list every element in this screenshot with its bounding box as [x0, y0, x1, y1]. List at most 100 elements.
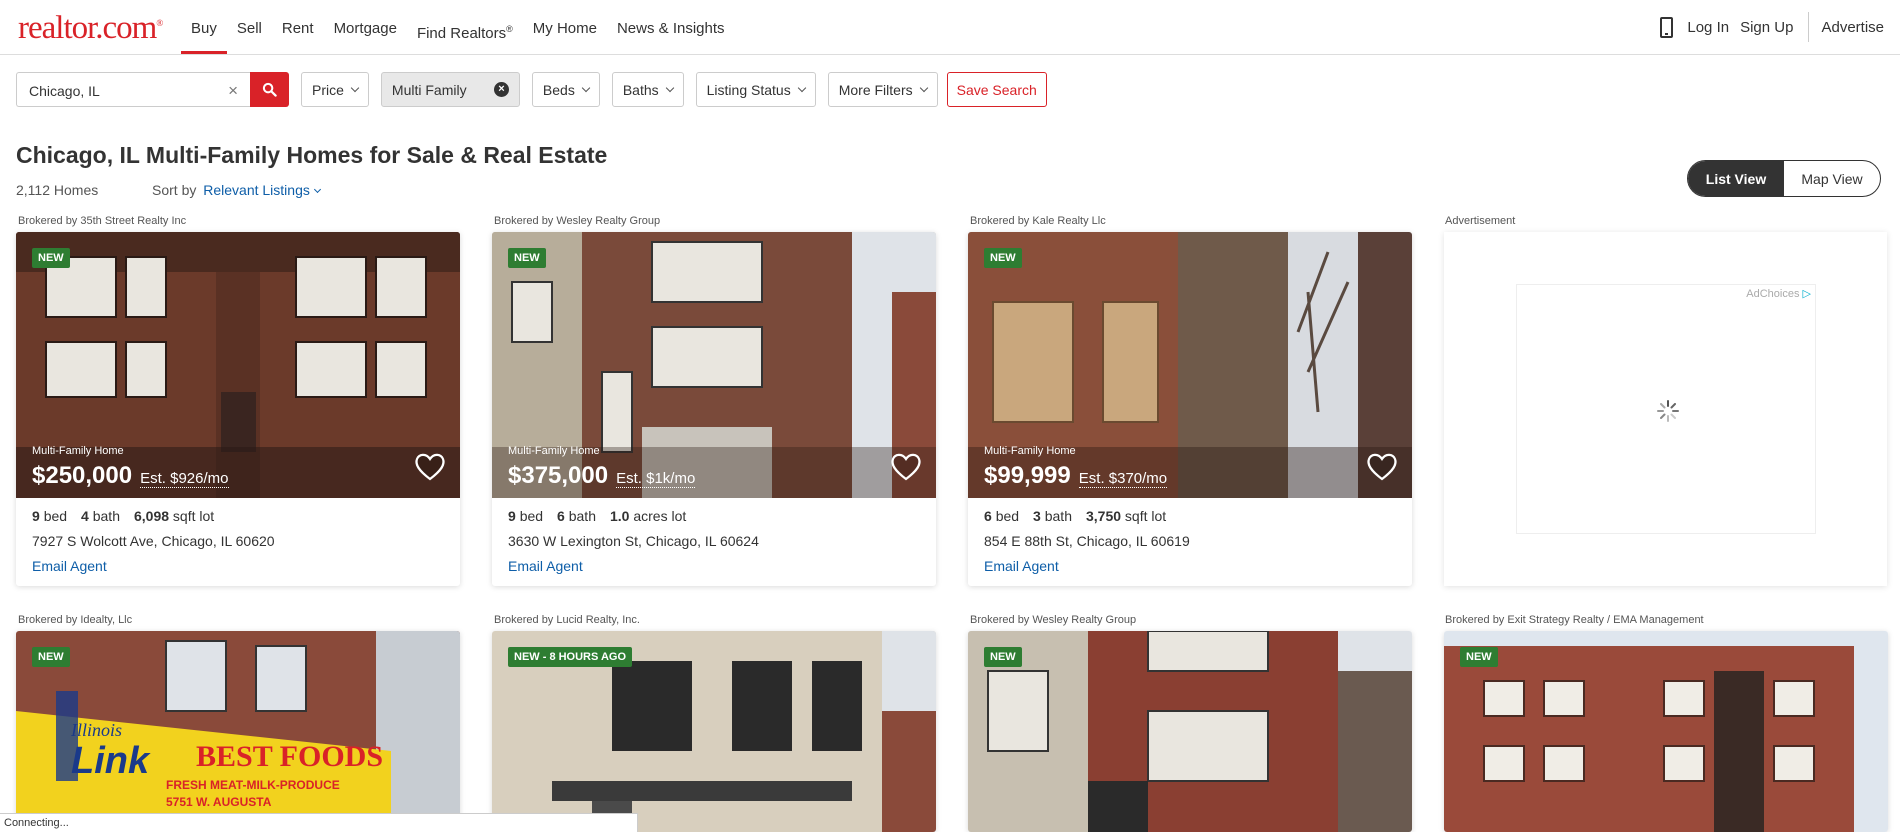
svg-text:Link: Link [71, 740, 151, 782]
listing-photo[interactable]: Illinois Link BEST FOODS FRESH MEAT-MILK… [16, 631, 460, 832]
location-search-input[interactable]: Chicago, IL × [16, 72, 250, 107]
new-badge: NEW [32, 647, 70, 667]
browser-status-bar: Connecting... [0, 813, 638, 832]
estimated-payment[interactable]: Est. $1k/mo [616, 470, 696, 488]
brick-building-photo [492, 232, 936, 498]
property-type-label: Multi-Family Home [32, 445, 124, 457]
listing-address[interactable]: 854 E 88th St, Chicago, IL 60619 [984, 533, 1396, 549]
estimated-payment[interactable]: Est. $370/mo [1078, 470, 1168, 488]
listing-card[interactable]: NEW Multi-Family Home $99,999 Est. $370/m… [968, 232, 1412, 586]
brick-building-photo [16, 232, 460, 498]
ad-slot[interactable]: AdChoices ▷ [1516, 284, 1816, 534]
listing-address[interactable]: 7927 S Wolcott Ave, Chicago, IL 60620 [32, 533, 444, 549]
listing-card[interactable]: NEW - 8 HOURS AGO [492, 631, 936, 832]
lot-stat: 3,750 sqft lot [1085, 508, 1167, 524]
listing-photo[interactable]: NEW Multi-Family Home $99,999 Est. $370/m… [968, 232, 1412, 498]
heart-icon[interactable] [414, 452, 446, 482]
beds-filter[interactable]: Beds [531, 72, 600, 107]
new-badge: NEW [32, 248, 70, 268]
view-toggle: List View Map View [1687, 160, 1881, 197]
property-type-label: Multi-Family Home [508, 445, 600, 457]
sort-value: Relevant Listings [203, 182, 310, 198]
heart-icon[interactable] [890, 452, 922, 482]
location-value: Chicago, IL [29, 83, 100, 99]
lot-stat: 1.0 acres lot [609, 508, 687, 524]
site-header: realtor.com® Buy Sell Rent Mortgage Find… [0, 0, 1900, 55]
price-value: $375,000 [508, 462, 609, 489]
listing-photo[interactable]: NEW [968, 631, 1412, 832]
listing-price: $250,000 Est. $926/mo [32, 462, 229, 490]
broker-label: Brokered by Exit Strategy Realty / EMA M… [1445, 614, 1704, 626]
baths-filter[interactable]: Baths [611, 72, 684, 107]
sort-dropdown[interactable]: Relevant Listings [203, 182, 321, 198]
beds-stat: 9 bed [508, 508, 544, 524]
new-badge: NEW [1460, 647, 1498, 667]
broker-label: Brokered by Kale Realty Llc [970, 215, 1106, 227]
listing-card[interactable]: Illinois Link BEST FOODS FRESH MEAT-MILK… [16, 631, 460, 832]
price-filter-label: Price [312, 81, 344, 98]
email-agent-link[interactable]: Email Agent [32, 558, 444, 574]
listing-address[interactable]: 3630 W Lexington St, Chicago, IL 60624 [508, 533, 920, 549]
nav-find-realtors[interactable]: Find Realtors® [407, 0, 523, 54]
price-filter[interactable]: Price [301, 72, 369, 107]
baths-stat: 6 bath [557, 508, 596, 524]
broker-label: Brokered by 35th Street Realty Inc [18, 215, 187, 227]
listing-card[interactable]: NEW [968, 631, 1412, 832]
chevron-down-icon [665, 83, 674, 92]
listing-details: 9 bed 6 bath 1.0 acres lot 3630 W Lexingto… [492, 498, 936, 586]
new-badge: NEW [984, 647, 1022, 667]
heart-icon[interactable] [1366, 452, 1398, 482]
listing-stats: 6 bed 3 bath 3,750 sqft lot [984, 508, 1396, 524]
property-type-filter[interactable]: Multi Family × [380, 72, 520, 107]
adchoices-link[interactable]: AdChoices ▷ [1746, 287, 1811, 300]
nav-my-home[interactable]: My Home [523, 0, 607, 54]
broker-label: Brokered by Idealty, Llc [18, 614, 133, 626]
login-link[interactable]: Log In [1687, 19, 1729, 36]
listing-photo[interactable]: NEW - 8 HOURS AGO [492, 631, 936, 832]
listing-card[interactable]: NEW [1444, 631, 1888, 832]
realtor-logo[interactable]: realtor.com® [18, 10, 163, 47]
broker-label: Brokered by Wesley Realty Group [494, 215, 661, 227]
beds-filter-label: Beds [542, 81, 575, 98]
mobile-phone-icon[interactable] [1660, 16, 1674, 38]
save-search-button[interactable]: Save Search [946, 72, 1047, 107]
listing-photo[interactable]: NEW Multi-Family Home $250,000 Est. $926/… [16, 232, 460, 498]
brick-building-photo [968, 232, 1412, 498]
nav-mortgage[interactable]: Mortgage [324, 0, 407, 54]
adchoices-icon: ▷ [1802, 288, 1811, 300]
nav-rent[interactable]: Rent [272, 0, 324, 54]
svg-text:BEST FOODS: BEST FOODS [196, 740, 383, 773]
email-agent-link[interactable]: Email Agent [984, 558, 1396, 574]
new-badge: NEW [508, 248, 546, 268]
listing-card[interactable]: NEW Multi-Family Home $250,000 Est. $926/… [16, 232, 460, 586]
search-button[interactable] [250, 72, 289, 107]
broker-label: Brokered by Wesley Realty Group [970, 614, 1137, 626]
baths-filter-label: Baths [622, 81, 659, 98]
listing-card[interactable]: NEW Multi-Family Home $375,000 Est. $1k/m… [492, 232, 936, 586]
property-type-label: Multi-Family Home [984, 445, 1076, 457]
baths-stat: 3 bath [1033, 508, 1072, 524]
list-view-button[interactable]: List View [1688, 161, 1784, 196]
listing-details: 9 bed 4 bath 6,098 sqft lot 7927 S Wolcott… [16, 498, 460, 586]
email-agent-link[interactable]: Email Agent [508, 558, 920, 574]
new-badge: NEW - 8 HOURS AGO [508, 647, 633, 667]
listing-stats: 9 bed 6 bath 1.0 acres lot [508, 508, 920, 524]
clear-filter-icon[interactable]: × [493, 82, 509, 97]
header-actions: Log In Sign Up Advertise [1660, 0, 1884, 54]
baths-stat: 4 bath [81, 508, 120, 524]
signup-link[interactable]: Sign Up [1740, 19, 1793, 36]
estimated-payment[interactable]: Est. $926/mo [140, 470, 229, 488]
svg-text:FRESH MEAT-MILK-PRODUCE: FRESH MEAT-MILK-PRODUCE [166, 778, 340, 792]
nav-news-insights[interactable]: News & Insights [607, 0, 735, 54]
chevron-down-icon [797, 83, 806, 92]
listing-status-filter[interactable]: Listing Status [695, 72, 816, 107]
listing-photo[interactable]: NEW Multi-Family Home $375,000 Est. $1k/m… [492, 232, 936, 498]
clear-location-icon[interactable]: × [228, 81, 238, 101]
nav-buy[interactable]: Buy [181, 0, 227, 54]
more-filters[interactable]: More Filters [827, 72, 938, 107]
map-view-button[interactable]: Map View [1784, 161, 1880, 196]
advertise-link[interactable]: Advertise [1821, 19, 1884, 36]
loading-spinner-icon [1657, 400, 1679, 422]
nav-sell[interactable]: Sell [227, 0, 272, 54]
listing-photo[interactable]: NEW [1444, 631, 1888, 832]
